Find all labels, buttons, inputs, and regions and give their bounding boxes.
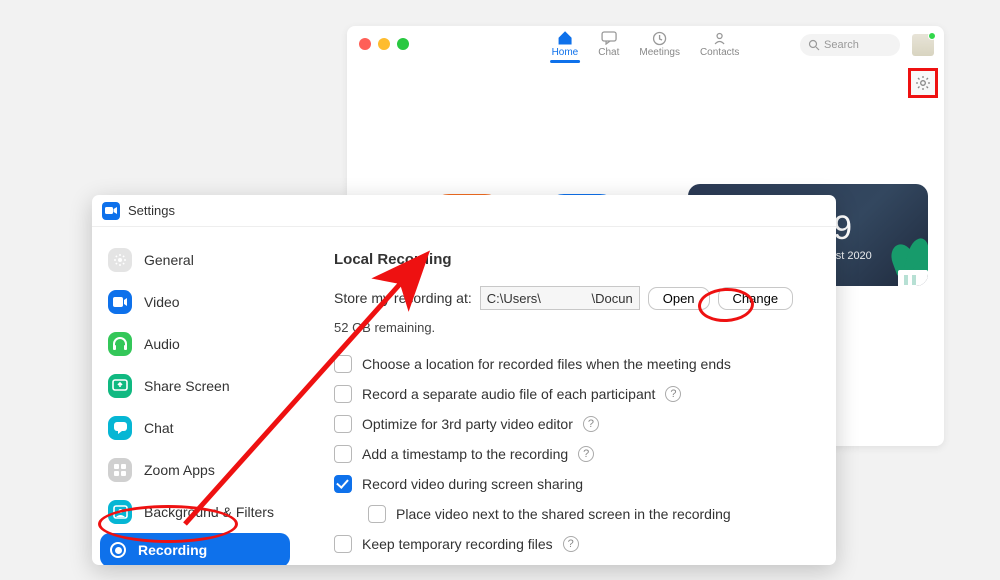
sidebar-item-label: Background & Filters	[144, 504, 274, 520]
option-label: Record a separate audio file of each par…	[362, 386, 655, 402]
tab-label: Chat	[598, 47, 619, 58]
avatar[interactable]	[912, 34, 934, 56]
option-choose-location[interactable]: Choose a location for recorded files whe…	[334, 355, 816, 373]
main-titlebar: Home Chat Meetings Contacts	[347, 26, 944, 60]
store-label: Store my recording at:	[334, 290, 472, 306]
sidebar-item-label: Recording	[138, 542, 207, 558]
option-label: Add a timestamp to the recording	[362, 446, 568, 462]
sidebar-item-video[interactable]: Video	[92, 281, 298, 323]
checkbox[interactable]	[368, 505, 386, 523]
fullscreen-traffic-light[interactable]	[397, 38, 409, 50]
sidebar-item-zoom-apps[interactable]: Zoom Apps	[92, 449, 298, 491]
home-icon	[556, 30, 574, 46]
option-label: Record video during screen sharing	[362, 476, 583, 492]
checkbox[interactable]	[334, 535, 352, 553]
headphones-icon	[108, 332, 132, 356]
help-icon[interactable]: ?	[665, 386, 681, 402]
option-separate-audio[interactable]: Record a separate audio file of each par…	[334, 385, 816, 403]
option-optimize-3rd-party[interactable]: Optimize for 3rd party video editor ?	[334, 415, 816, 433]
chat-icon	[600, 30, 618, 46]
record-icon	[110, 542, 126, 558]
checkbox-checked[interactable]	[334, 475, 352, 493]
checkbox[interactable]	[334, 385, 352, 403]
sidebar-item-label: Share Screen	[144, 378, 230, 394]
minimize-traffic-light[interactable]	[378, 38, 390, 50]
settings-title: Settings	[128, 203, 175, 218]
sidebar-item-general[interactable]: General	[92, 239, 298, 281]
tab-label: Home	[552, 47, 579, 58]
plant-decoration	[890, 226, 928, 286]
option-label: Optimize for 3rd party video editor	[362, 416, 573, 432]
sidebar-item-audio[interactable]: Audio	[92, 323, 298, 365]
sidebar-item-label: Zoom Apps	[144, 462, 215, 478]
zoom-logo-icon	[102, 202, 120, 220]
open-button[interactable]: Open	[648, 287, 710, 310]
help-icon[interactable]: ?	[583, 416, 599, 432]
checkbox[interactable]	[334, 415, 352, 433]
tab-home[interactable]: Home	[552, 30, 579, 58]
checkbox[interactable]	[334, 355, 352, 373]
sidebar-item-label: General	[144, 252, 194, 268]
sidebar-item-label: Video	[144, 294, 180, 310]
settings-body: General Video Audio Share Screen	[92, 227, 836, 565]
search-placeholder: Search	[824, 39, 859, 51]
tab-label: Meetings	[639, 47, 680, 58]
option-keep-temporary[interactable]: Keep temporary recording files ?	[334, 535, 816, 553]
share-screen-icon	[108, 374, 132, 398]
option-label: Place video next to the shared screen in…	[396, 506, 731, 522]
video-icon	[108, 290, 132, 314]
checkbox[interactable]	[334, 445, 352, 463]
background-icon	[108, 500, 132, 524]
store-location-row: Store my recording at: C:\Users\ \Docun …	[334, 286, 816, 310]
top-tabs: Home Chat Meetings Contacts	[552, 30, 740, 58]
sidebar-item-share-screen[interactable]: Share Screen	[92, 365, 298, 407]
path-end: \Docun	[592, 291, 633, 306]
settings-window: Settings General Video Audio	[92, 195, 836, 565]
sidebar-item-chat[interactable]: Chat	[92, 407, 298, 449]
tab-contacts[interactable]: Contacts	[700, 30, 739, 58]
clock-icon	[651, 30, 669, 46]
section-title: Local Recording	[334, 251, 816, 268]
recording-path-input[interactable]: C:\Users\ \Docun	[480, 286, 640, 310]
close-traffic-light[interactable]	[359, 38, 371, 50]
change-button[interactable]: Change	[718, 287, 794, 310]
sidebar-item-background-filters[interactable]: Background & Filters	[92, 491, 298, 533]
search-input[interactable]: Search	[800, 34, 900, 56]
tab-meetings[interactable]: Meetings	[639, 30, 680, 58]
chat-icon	[108, 416, 132, 440]
option-label: Keep temporary recording files	[362, 536, 553, 552]
path-start: C:\Users\	[487, 291, 541, 306]
tab-label: Contacts	[700, 47, 739, 58]
remaining-space: 52 GB remaining.	[334, 320, 816, 335]
option-record-during-share[interactable]: Record video during screen sharing	[334, 475, 816, 493]
settings-titlebar: Settings	[92, 195, 836, 227]
sidebar-item-label: Chat	[144, 420, 174, 436]
contacts-icon	[711, 30, 729, 46]
help-icon[interactable]: ?	[563, 536, 579, 552]
tab-chat[interactable]: Chat	[598, 30, 619, 58]
sidebar-item-recording[interactable]: Recording	[100, 533, 290, 565]
option-timestamp[interactable]: Add a timestamp to the recording ?	[334, 445, 816, 463]
option-place-video-next[interactable]: Place video next to the shared screen in…	[368, 505, 816, 523]
traffic-lights	[359, 38, 409, 50]
settings-content: Local Recording Store my recording at: C…	[298, 227, 836, 565]
sidebar-item-label: Audio	[144, 336, 180, 352]
apps-icon	[108, 458, 132, 482]
option-label: Choose a location for recorded files whe…	[362, 356, 731, 372]
settings-sidebar: General Video Audio Share Screen	[92, 227, 298, 565]
gear-icon	[108, 248, 132, 272]
search-icon	[808, 39, 820, 51]
help-icon[interactable]: ?	[578, 446, 594, 462]
